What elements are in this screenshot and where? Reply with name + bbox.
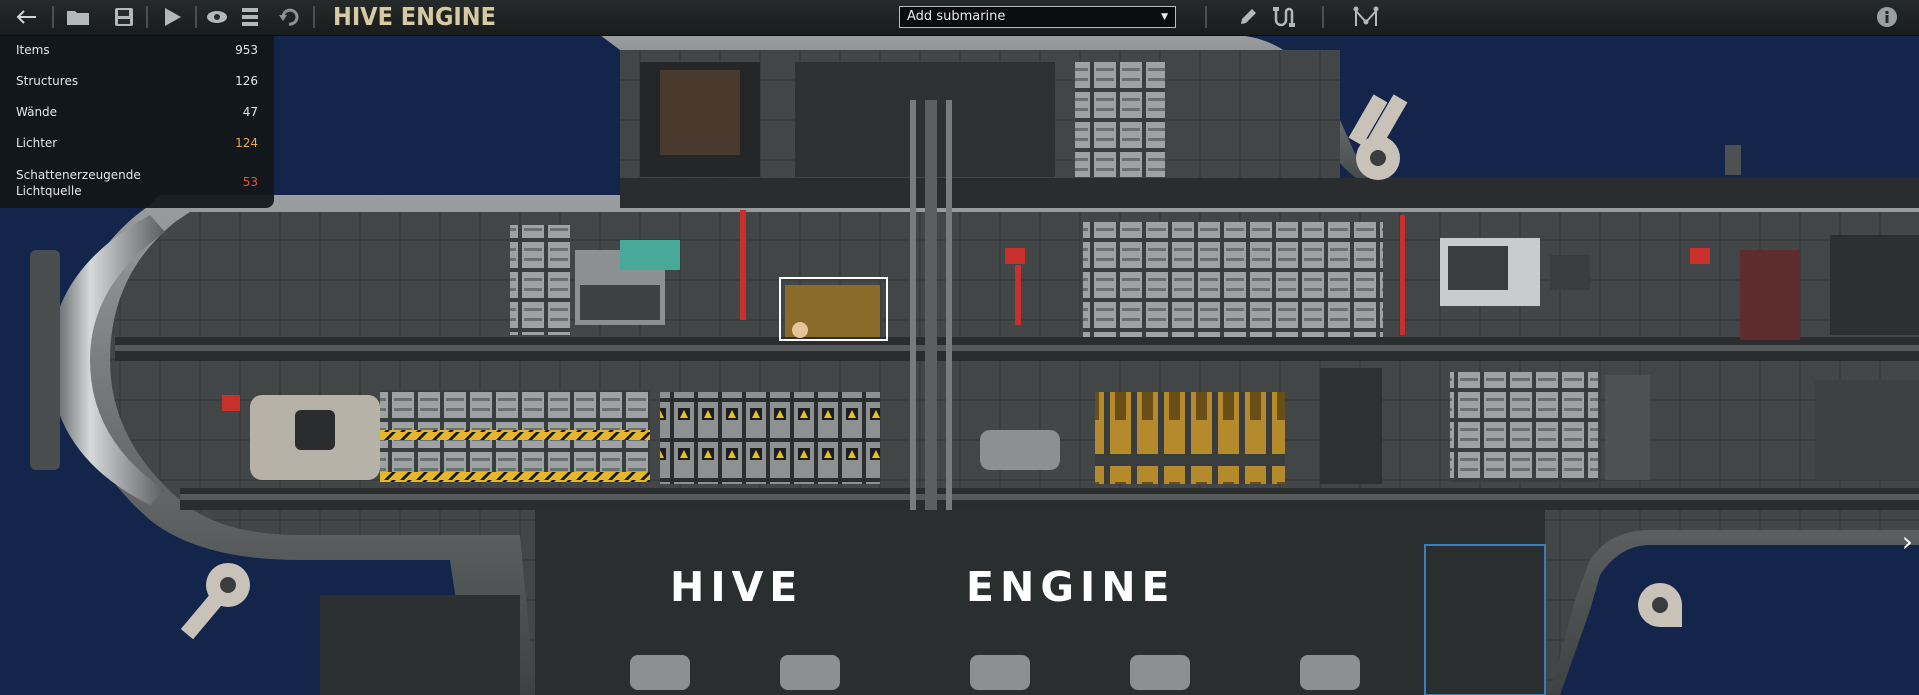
toolbar-divider [146,6,148,28]
wire-icon[interactable] [1270,4,1298,30]
stat-label: Schattenerzeugende Lichtquelle [16,168,141,198]
toolbar-divider [195,6,197,28]
add-submarine-dropdown[interactable]: Add submarine ▼ [899,6,1176,28]
save-icon[interactable] [110,4,138,30]
stat-value: 53 [242,175,258,189]
toolbar-divider [313,6,315,28]
stat-label: Lichter [16,136,58,150]
play-icon[interactable] [158,4,186,30]
stat-value: 47 [242,105,258,119]
layers-icon[interactable] [236,4,264,30]
stat-row-items: Items 953 [16,43,258,57]
stat-row-shadow-lights: Schattenerzeugende Lichtquelle 53 [16,167,258,199]
stat-label: Wände [16,105,58,119]
toolbar-divider [1205,6,1207,28]
chevron-down-icon: ▼ [1161,12,1168,22]
waypoint-icon[interactable] [1352,4,1380,30]
submarine-canvas[interactable] [0,0,1919,695]
undo-icon[interactable] [275,4,303,30]
submarine-stats-panel: Items 953 Structures 126 Wände 47 Lichte… [0,36,274,208]
stat-label: Items [16,43,50,57]
back-arrow-icon[interactable] [13,4,41,30]
stat-row-lights: Lichter 124 [16,136,258,150]
submarine-title: HIVE ENGINE [333,2,496,31]
stat-row-structures: Structures 126 [16,74,258,88]
hull-label-engine: ENGINE [966,563,1176,611]
stat-label: Structures [16,74,79,88]
stat-value: 124 [235,136,258,150]
chevron-right-icon[interactable]: › [1902,525,1913,558]
stat-value: 953 [235,43,258,57]
stat-value: 126 [235,74,258,88]
editor-toolbar: HIVE ENGINE Add submarine ▼ [0,0,1919,36]
add-submarine-label: Add submarine [907,9,1006,24]
pencil-icon[interactable] [1234,4,1262,30]
folder-icon[interactable] [64,4,92,30]
toolbar-divider [52,6,54,28]
eye-icon[interactable] [203,4,231,30]
info-icon[interactable] [1873,4,1901,30]
hull-label-hive: HIVE [670,563,804,611]
toolbar-divider [1322,6,1324,28]
stat-row-walls: Wände 47 [16,105,258,119]
